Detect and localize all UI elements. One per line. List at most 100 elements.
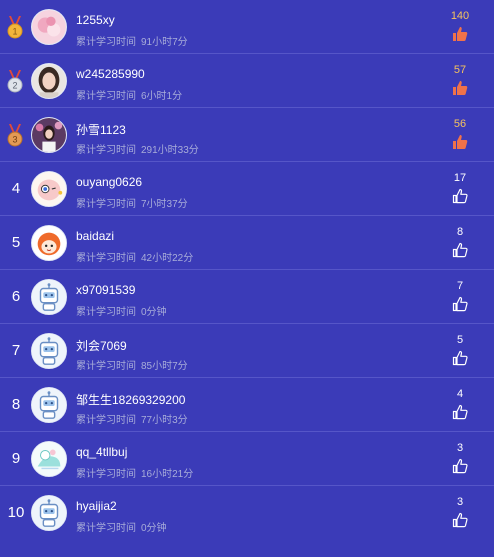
study-time: 累计学习时间 16小时21分 xyxy=(76,465,193,480)
study-time-label: 累计学习时间 xyxy=(76,91,136,102)
like-control[interactable]: 3 xyxy=(440,496,480,528)
leaderboard-row[interactable]: 4 ouyang0626 累计学习时间 7小时37分 17 xyxy=(0,162,494,216)
leaderboard-row[interactable]: 9 qq_4tllbuj 累计学习时间 16小时21分 3 xyxy=(0,432,494,486)
thumbs-up-icon[interactable] xyxy=(452,26,468,42)
like-count: 7 xyxy=(456,280,464,292)
like-control[interactable]: 56 xyxy=(440,118,480,150)
study-time-label: 累计学习时间 xyxy=(76,523,136,534)
bronze-medal-icon: 3 xyxy=(7,124,23,147)
thumbs-up-outline-icon[interactable] xyxy=(452,512,468,528)
leaderboard-row[interactable]: 8 邹生生18269329200 累计学习时间 77小时3分 4 xyxy=(0,378,494,432)
leaderboard-row[interactable]: 2 w245285990 累计学习时间 6小时1分 57 xyxy=(0,54,494,108)
like-count: 8 xyxy=(456,226,464,238)
like-count: 57 xyxy=(453,64,467,76)
username[interactable]: 邹生生18269329200 xyxy=(76,391,185,408)
study-time-value: 7小时37分 xyxy=(141,199,188,210)
rank-number: 10 xyxy=(7,504,25,521)
like-control[interactable]: 8 xyxy=(440,226,480,258)
username[interactable]: x97091539 xyxy=(76,283,135,297)
like-control[interactable]: 17 xyxy=(440,172,480,204)
study-time-value: 91小时7分 xyxy=(141,37,188,48)
avatar[interactable] xyxy=(31,9,67,45)
leaderboard-row[interactable]: 1 1255xy 累计学习时间 91小时7分 140 xyxy=(0,0,494,54)
study-time: 累计学习时间 6小时1分 xyxy=(76,87,182,102)
leaderboard-row[interactable]: 7 刘会7069 累计学习时间 85小时7分 5 xyxy=(0,324,494,378)
study-time-value: 6小时1分 xyxy=(141,91,183,102)
like-control[interactable]: 3 xyxy=(440,442,480,474)
username[interactable]: baidazi xyxy=(76,229,114,243)
like-count: 3 xyxy=(456,496,464,508)
avatar[interactable] xyxy=(31,225,67,261)
svg-text:3: 3 xyxy=(12,135,17,145)
avatar[interactable] xyxy=(31,63,67,99)
rank-number: 4 xyxy=(11,180,21,197)
thumbs-up-outline-icon[interactable] xyxy=(452,296,468,312)
rank-number: 8 xyxy=(11,396,21,413)
username[interactable]: qq_4tllbuj xyxy=(76,445,127,459)
like-control[interactable]: 7 xyxy=(440,280,480,312)
thumbs-up-icon[interactable] xyxy=(452,134,468,150)
avatar[interactable] xyxy=(31,171,67,207)
study-time-value: 0分钟 xyxy=(141,307,167,318)
svg-text:2: 2 xyxy=(12,81,17,91)
avatar[interactable] xyxy=(31,495,67,531)
thumbs-up-outline-icon[interactable] xyxy=(452,350,468,366)
study-time-label: 累计学习时间 xyxy=(76,199,136,210)
avatar[interactable] xyxy=(31,387,67,423)
study-time: 累计学习时间 77小时3分 xyxy=(76,411,188,426)
avatar[interactable] xyxy=(31,279,67,315)
study-time-label: 累计学习时间 xyxy=(76,145,136,156)
like-count: 4 xyxy=(456,388,464,400)
study-time-value: 0分钟 xyxy=(141,523,167,534)
avatar[interactable] xyxy=(31,117,67,153)
like-control[interactable]: 57 xyxy=(440,64,480,96)
like-control[interactable]: 140 xyxy=(440,10,480,42)
silver-medal-icon: 2 xyxy=(7,70,23,93)
like-control[interactable]: 5 xyxy=(440,334,480,366)
username[interactable]: 1255xy xyxy=(76,13,115,27)
study-time-label: 累计学习时间 xyxy=(76,415,136,426)
study-time: 累计学习时间 291小时33分 xyxy=(76,141,199,156)
rank-number: 7 xyxy=(11,342,21,359)
thumbs-up-outline-icon[interactable] xyxy=(452,188,468,204)
study-time: 累计学习时间 0分钟 xyxy=(76,519,167,534)
username[interactable]: 刘会7069 xyxy=(76,337,127,354)
study-time: 累计学习时间 42小时22分 xyxy=(76,249,193,264)
rank-number: 9 xyxy=(11,450,21,467)
gold-medal-icon: 1 xyxy=(7,16,23,39)
svg-text:1: 1 xyxy=(12,27,17,37)
like-count: 3 xyxy=(456,442,464,454)
avatar[interactable] xyxy=(31,441,67,477)
leaderboard-row[interactable]: 6 x97091539 累计学习时间 0分钟 7 xyxy=(0,270,494,324)
rank-number: 6 xyxy=(11,288,21,305)
like-count: 56 xyxy=(453,118,467,130)
rank-number: 5 xyxy=(11,234,21,251)
study-time: 累计学习时间 91小时7分 xyxy=(76,33,188,48)
like-count: 5 xyxy=(456,334,464,346)
like-count: 17 xyxy=(453,172,467,184)
study-time-value: 42小时22分 xyxy=(141,253,194,264)
study-time: 累计学习时间 0分钟 xyxy=(76,303,167,318)
thumbs-up-icon[interactable] xyxy=(452,80,468,96)
thumbs-up-outline-icon[interactable] xyxy=(452,458,468,474)
thumbs-up-outline-icon[interactable] xyxy=(452,242,468,258)
study-time-value: 77小时3分 xyxy=(141,415,188,426)
leaderboard-row[interactable]: 10 hyaijia2 累计学习时间 0分钟 3 xyxy=(0,486,494,540)
study-time-label: 累计学习时间 xyxy=(76,37,136,48)
study-time-value: 291小时33分 xyxy=(141,145,199,156)
avatar[interactable] xyxy=(31,333,67,369)
like-count: 140 xyxy=(450,10,470,22)
username[interactable]: hyaijia2 xyxy=(76,499,117,513)
username[interactable]: ouyang0626 xyxy=(76,175,142,189)
username[interactable]: w245285990 xyxy=(76,67,145,81)
thumbs-up-outline-icon[interactable] xyxy=(452,404,468,420)
leaderboard-row[interactable]: 3 孙雪1123 累计学习时间 291小时33分 56 xyxy=(0,108,494,162)
study-time-label: 累计学习时间 xyxy=(76,469,136,480)
leaderboard-row[interactable]: 5 baidazi 累计学习时间 42小时22分 8 xyxy=(0,216,494,270)
study-time: 累计学习时间 7小时37分 xyxy=(76,195,188,210)
like-control[interactable]: 4 xyxy=(440,388,480,420)
study-time-value: 16小时21分 xyxy=(141,469,194,480)
study-time-label: 累计学习时间 xyxy=(76,361,136,372)
study-time-label: 累计学习时间 xyxy=(76,253,136,264)
username[interactable]: 孙雪1123 xyxy=(76,121,126,138)
